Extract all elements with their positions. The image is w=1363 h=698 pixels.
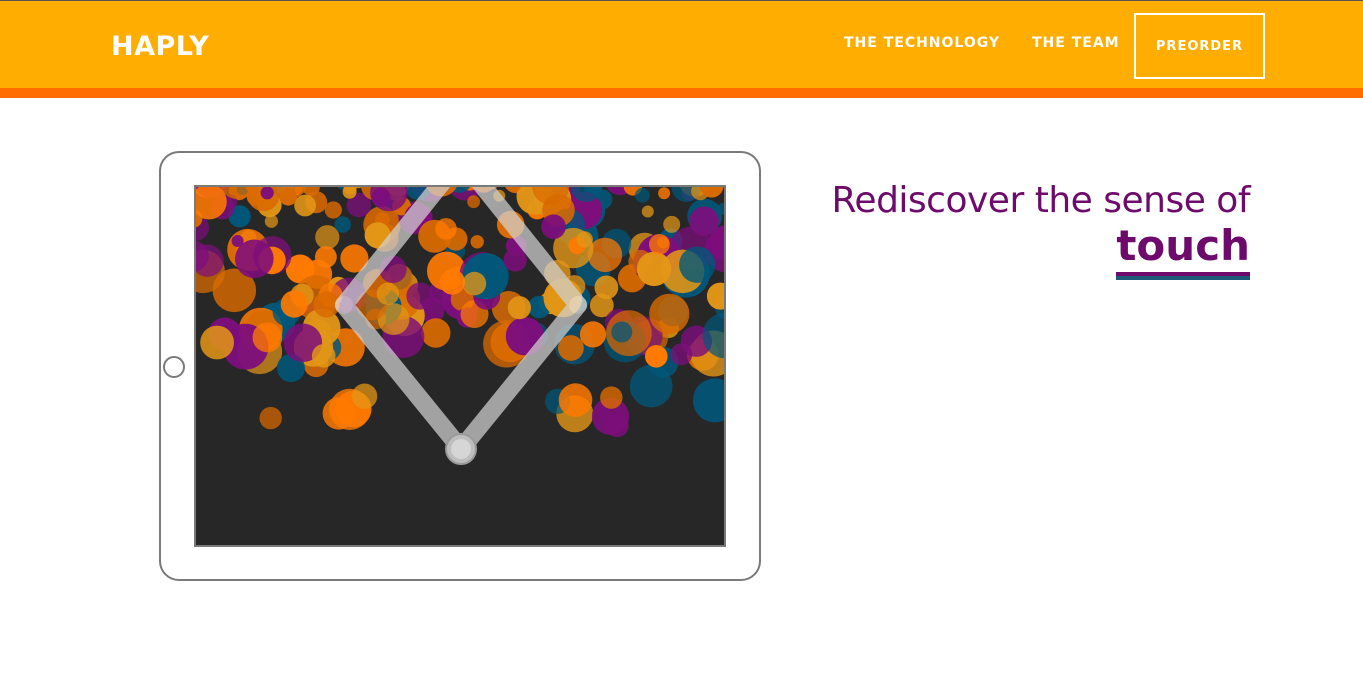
bubble [470, 235, 484, 249]
bubble [252, 322, 283, 353]
bubble [376, 282, 400, 305]
bubble [649, 234, 670, 255]
bubble [280, 290, 308, 318]
nav-accent-stripe [0, 88, 1363, 98]
nav-link-the-technology[interactable]: THE TECHNOLOGY [844, 35, 1000, 51]
bubble [576, 231, 593, 248]
bubble [315, 246, 337, 268]
linkage-handle-icon[interactable] [445, 433, 477, 465]
bubble [611, 321, 633, 343]
bubble [324, 201, 342, 219]
bubble [439, 269, 465, 295]
bubble [636, 251, 672, 287]
haptic-bubbles-graphic [196, 187, 724, 465]
bubble [679, 246, 716, 283]
bubble [259, 406, 282, 430]
bubble [635, 187, 650, 203]
tablet-home-button-icon [163, 356, 185, 378]
bubble [200, 325, 234, 360]
headline-text: Rediscover the sense of [831, 180, 1251, 221]
top-navigation-bar: HAPLY THE TECHNOLOGY THE TEAM PREORDER [0, 0, 1363, 88]
bubble [594, 275, 619, 300]
bubble [421, 318, 451, 348]
bubble [641, 205, 654, 218]
bubble [503, 248, 527, 272]
bubble [689, 206, 719, 237]
bubble [645, 345, 668, 368]
bubble [311, 344, 336, 368]
tablet-screen [194, 185, 726, 547]
bubble [334, 216, 351, 233]
headline-accent-touch[interactable]: touch [1116, 222, 1250, 276]
bubble [541, 214, 566, 239]
bubble [322, 397, 355, 430]
nav-link-the-team[interactable]: THE TEAM [1032, 35, 1120, 51]
bubble [351, 383, 378, 409]
bubble [579, 321, 607, 348]
bubble [658, 187, 671, 200]
bubble [663, 215, 681, 233]
bubble [462, 271, 487, 296]
bubble-field [196, 187, 724, 438]
bubble [435, 218, 457, 240]
bubble [692, 378, 724, 423]
hero-headline: Rediscover the sense of touch [831, 180, 1251, 276]
haply-logo[interactable]: HAPLY [111, 31, 209, 62]
bubble [649, 293, 690, 334]
bubble [600, 386, 623, 409]
bubble [587, 237, 623, 273]
bubble [294, 194, 316, 217]
bubble [467, 195, 480, 209]
bubble [406, 282, 434, 310]
bubble [706, 282, 724, 310]
bubble [558, 383, 593, 417]
bubble [235, 239, 274, 279]
bubble [629, 364, 673, 408]
bubble [279, 187, 298, 206]
bubble [507, 296, 531, 320]
preorder-button[interactable]: PREORDER [1134, 13, 1265, 79]
